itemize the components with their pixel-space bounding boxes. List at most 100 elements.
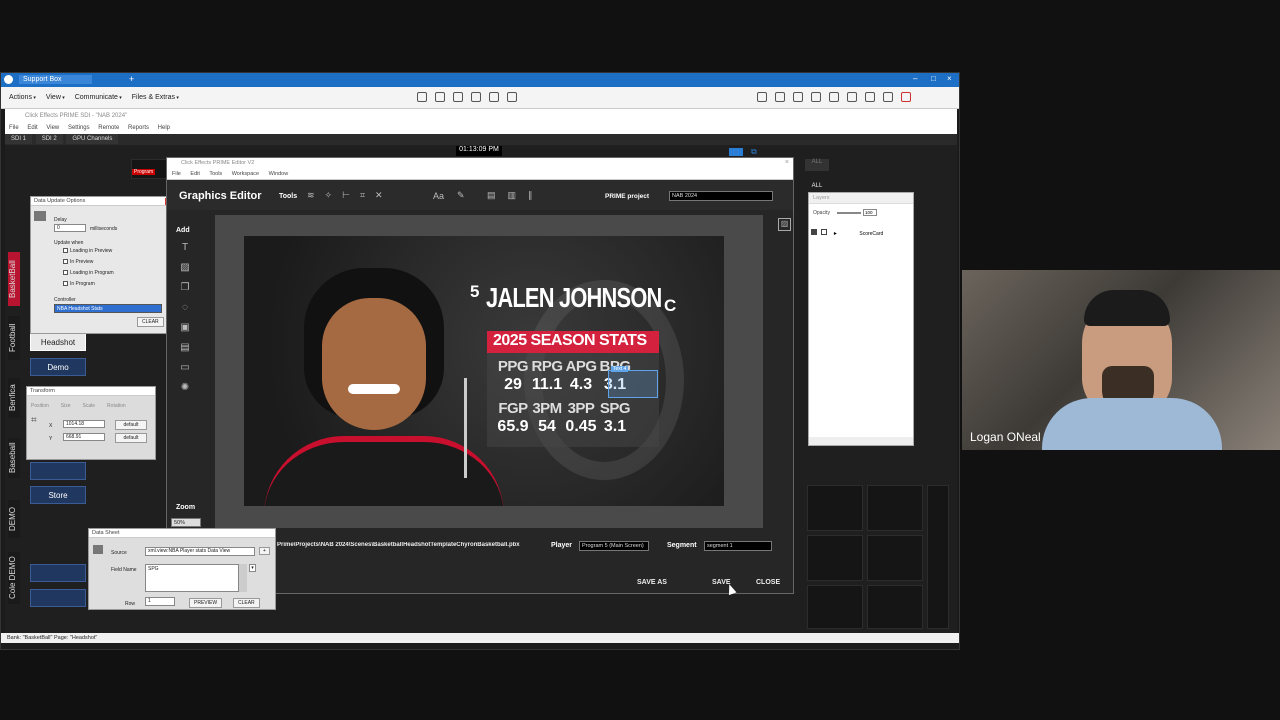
menu-actions[interactable]: Actions xyxy=(9,94,32,101)
page-button-store[interactable]: Store xyxy=(30,486,86,504)
side-tab-football[interactable]: Football xyxy=(8,316,20,360)
copy-tool-icon[interactable]: ❐ xyxy=(175,282,195,302)
close-button[interactable]: CLOSE xyxy=(756,579,780,586)
lock-icon[interactable] xyxy=(453,92,463,102)
opacity-input[interactable]: 100 xyxy=(863,209,877,216)
ed-menu-edit[interactable]: Edit xyxy=(190,171,199,177)
source-select[interactable]: xml.view:NBA Player stats Data View xyxy=(145,547,255,556)
ed-menu-workspace[interactable]: Workspace xyxy=(232,171,259,177)
page-button-empty[interactable] xyxy=(30,462,86,480)
minimize-icon[interactable]: – xyxy=(913,74,917,83)
fullscreen-icon[interactable] xyxy=(865,92,875,102)
preview-button[interactable]: PREVIEW xyxy=(189,598,223,608)
menu-files-extras[interactable]: Files & Extras xyxy=(132,94,175,101)
ce-menu-edit[interactable]: Edit xyxy=(27,125,37,131)
keyboard-icon[interactable] xyxy=(417,92,427,102)
monitor-icon[interactable] xyxy=(435,92,445,102)
expand-icon[interactable]: ▸ xyxy=(834,231,837,237)
ce-menu-help[interactable]: Help xyxy=(158,125,170,131)
ce-menu-remote[interactable]: Remote xyxy=(98,125,119,131)
option-in-preview[interactable]: In Preview xyxy=(63,259,93,265)
side-tab-demo[interactable]: DEMO xyxy=(8,500,20,538)
option-in-program[interactable]: In Program xyxy=(63,281,95,287)
lock-icon[interactable] xyxy=(821,229,828,235)
magic-icon[interactable]: ✧ xyxy=(325,190,343,200)
grid-slot[interactable] xyxy=(927,485,949,629)
chat-icon[interactable] xyxy=(775,92,785,102)
y-default-button[interactable]: default xyxy=(115,433,147,443)
side-tab-cole-demo[interactable]: Cole DEMO xyxy=(8,552,20,604)
network-icon[interactable]: ⧉ xyxy=(751,147,765,156)
zoom-select[interactable]: 50% xyxy=(171,518,201,527)
option-loading-program[interactable]: Loading in Program xyxy=(63,270,114,276)
screenshot-icon[interactable] xyxy=(489,92,499,102)
grid-slot[interactable] xyxy=(867,585,923,629)
x-default-button[interactable]: default xyxy=(115,420,147,430)
layers-icon[interactable]: ≋ xyxy=(307,190,325,200)
phone-icon[interactable] xyxy=(811,92,821,102)
print-icon[interactable]: ▤ xyxy=(487,190,508,200)
add-source-button[interactable]: + xyxy=(259,547,270,555)
headset-icon[interactable] xyxy=(793,92,803,102)
side-tab-baseball[interactable]: Baseball xyxy=(8,438,20,478)
eye-icon[interactable] xyxy=(811,229,817,235)
page-button-headshot[interactable]: Headshot xyxy=(30,333,86,351)
menu-view[interactable]: View xyxy=(46,94,61,101)
image-tool-icon[interactable]: ▨ xyxy=(175,262,195,282)
save-as-button[interactable]: SAVE AS xyxy=(637,579,667,586)
page-button-empty[interactable] xyxy=(30,564,86,582)
row-input[interactable]: 1 xyxy=(145,597,175,606)
font-icon[interactable]: Aa xyxy=(433,191,444,201)
text-tool-icon[interactable]: T xyxy=(175,242,195,262)
grid-slot[interactable] xyxy=(807,535,863,581)
chevron-up-icon[interactable] xyxy=(883,92,893,102)
frame-tool-icon[interactable]: ▣ xyxy=(175,322,195,342)
table-icon[interactable]: ▥ xyxy=(508,190,529,200)
ce-menu-file[interactable]: File xyxy=(9,125,19,131)
tab-gpu-channels[interactable]: GPU Channels xyxy=(66,134,119,144)
grid-slot[interactable] xyxy=(867,485,923,531)
new-tab-icon[interactable]: + xyxy=(129,74,134,84)
user-icon[interactable] xyxy=(757,92,767,102)
chevron-down-icon[interactable]: ▾ xyxy=(249,564,256,572)
image-icon[interactable] xyxy=(829,92,839,102)
option-loading-preview[interactable]: Loading in Preview xyxy=(63,248,112,254)
close-icon[interactable]: × xyxy=(947,74,952,83)
layer-row[interactable]: ▸ ScoreCard xyxy=(811,222,911,237)
field-name-input[interactable]: SPG xyxy=(145,564,239,592)
player-select[interactable]: Program 5 (Main Screen) xyxy=(579,541,649,551)
page-button-empty[interactable] xyxy=(30,589,86,607)
ed-menu-window[interactable]: Window xyxy=(269,171,289,177)
tab-sdi2[interactable]: SDI 2 xyxy=(35,134,63,144)
end-session-icon[interactable] xyxy=(901,92,911,102)
grid-icon[interactable] xyxy=(507,92,517,102)
delay-input[interactable]: 0 xyxy=(54,224,86,232)
ce-menu-reports[interactable]: Reports xyxy=(128,125,149,131)
all-button[interactable]: ALL xyxy=(805,159,829,171)
controller-select[interactable]: NBA Headshot Stats xyxy=(54,304,162,313)
tab-support-box[interactable]: Support Box xyxy=(19,75,92,84)
broadcast-graphic[interactable]: 5 JALEN JOHNSON C 2025 SEASON STATS PPG R… xyxy=(244,236,724,506)
clear-button[interactable]: CLEAR xyxy=(233,598,260,608)
page-button-demo[interactable]: Demo xyxy=(30,358,86,376)
tab-size[interactable]: Size xyxy=(61,403,71,409)
shape-tool-icon[interactable]: ◌ xyxy=(175,302,195,322)
tab-position[interactable]: Position xyxy=(31,403,49,409)
camera-icon[interactable] xyxy=(847,92,857,102)
y-input[interactable]: 668.91 xyxy=(63,433,105,441)
brush-icon[interactable]: ✎ xyxy=(457,190,465,201)
ed-menu-file[interactable]: File xyxy=(172,171,181,177)
segment-select[interactable]: segment 1 xyxy=(704,541,772,551)
ce-menu-view[interactable]: View xyxy=(46,125,59,131)
tab-rotation[interactable]: Rotation xyxy=(107,403,126,409)
pause-icon[interactable]: ∥ xyxy=(528,190,545,200)
grid-slot[interactable] xyxy=(867,535,923,581)
align-icon[interactable]: ⊢ xyxy=(342,190,360,200)
close-icon[interactable]: × xyxy=(785,159,789,166)
monitor-status-icon[interactable] xyxy=(729,148,743,156)
project-select[interactable]: NAB 2024 xyxy=(669,191,773,201)
preview-image-icon[interactable]: ▨ xyxy=(778,218,791,231)
refresh-icon[interactable] xyxy=(471,92,481,102)
ce-menu-settings[interactable]: Settings xyxy=(68,125,90,131)
tab-sdi1[interactable]: SDI 1 xyxy=(5,134,33,144)
